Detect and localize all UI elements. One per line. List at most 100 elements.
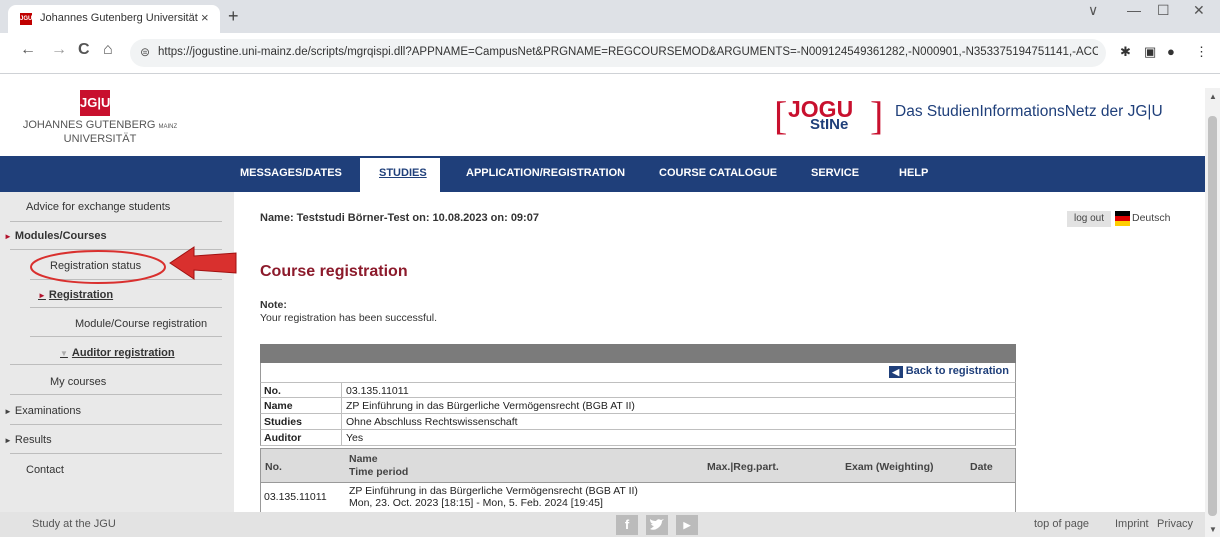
detail-value: Yes [346, 432, 364, 444]
jgu-favicon-icon: JGU [20, 13, 32, 25]
detail-row-no: No. 03.135.11011 [260, 382, 1016, 398]
note-label: Note: [260, 299, 287, 311]
nav-studies[interactable]: STUDIES [360, 158, 440, 192]
imprint-link[interactable]: Imprint [1115, 518, 1149, 530]
expand-icon: ► [4, 407, 12, 416]
tab-search-icon[interactable]: ∨ [1088, 2, 1098, 19]
jogustine-logo-bottom: StINe [810, 116, 849, 133]
page-scrollbar[interactable]: ▲ ▼ [1205, 88, 1220, 537]
back-to-registration-label: Back to registration [905, 365, 1009, 377]
side-panel-icon[interactable]: ▣ [1144, 44, 1156, 60]
sidebar-item-results-label: Results [14, 434, 52, 446]
youtube-icon[interactable]: ▶ [676, 515, 698, 535]
sidebar-item-results[interactable]: ► Results [4, 434, 226, 446]
twitter-icon[interactable] [646, 515, 668, 535]
university-name: JOHANNES GUTENBERG MAINZ UNIVERSITÄT [20, 119, 180, 145]
detail-value: 03.135.11011 [346, 385, 409, 397]
jogustine-logo[interactable]: [ JOGU StINe ] [774, 94, 883, 146]
sidebar-item-advice[interactable]: Advice for exchange students [26, 201, 248, 213]
address-bar-row: ← → C ⌂ ⊜ https://jogustine.uni-mainz.de… [0, 33, 1220, 74]
detail-key: Name [264, 400, 293, 412]
menu-icon[interactable]: ⋮ [1195, 44, 1208, 60]
maximize-button[interactable]: ☐ [1157, 2, 1170, 19]
expand-icon: ► [4, 436, 12, 445]
nav-help[interactable]: HELP [899, 167, 928, 179]
sidebar-item-auditor-registration[interactable]: ▼ Auditor registration [60, 347, 282, 359]
logo-line1: JOHANNES GUTENBERG [22, 119, 156, 131]
tab-title: Johannes Gutenberg Universität [40, 12, 198, 24]
table-header-bar [260, 344, 1016, 363]
course-no: 03.135.11011 [264, 491, 327, 503]
logo-line1-suffix: MAINZ [158, 124, 178, 130]
scrollbar-thumb[interactable] [1208, 116, 1217, 516]
study-at-jgu-link[interactable]: Study at the JGU [32, 518, 116, 530]
expand-icon: ► [38, 291, 46, 300]
sidebar-item-modules-label: Modules/Courses [14, 230, 107, 242]
jgu-logo[interactable]: JG|U [80, 90, 110, 116]
back-arrow-icon: ◀ [888, 366, 903, 378]
browser-tab[interactable]: JGU Johannes Gutenberg Universität × [8, 5, 220, 33]
nav-application-registration[interactable]: APPLICATION/REGISTRATION [466, 167, 625, 179]
nav-studies-label: STUDIES [379, 167, 427, 179]
url-field[interactable]: ⊜ https://jogustine.uni-mainz.de/scripts… [130, 39, 1106, 67]
main-nav: MESSAGES/DATES STUDIES APPLICATION/REGIS… [0, 156, 1205, 192]
nav-course-catalogue[interactable]: COURSE CATALOGUE [659, 167, 777, 179]
logo-line2: UNIVERSITÄT [63, 133, 137, 145]
new-tab-button[interactable]: + [228, 6, 239, 27]
logout-button[interactable]: log out [1067, 211, 1111, 227]
privacy-link[interactable]: Privacy [1157, 518, 1193, 530]
sidebar-item-examinations-label: Examinations [14, 405, 81, 417]
highlight-ellipse [30, 250, 166, 284]
german-flag-icon[interactable] [1115, 211, 1130, 226]
portal-title: Das StudienInformationsNetz der JG|U [895, 103, 1163, 120]
language-link[interactable]: Deutsch [1132, 212, 1171, 224]
detail-row-auditor: Auditor Yes [260, 430, 1016, 446]
course-name: ZP Einführung in das Bürgerliche Vermöge… [349, 485, 638, 497]
note-text: Your registration has been successful. [260, 312, 438, 324]
col-name: Name [349, 453, 378, 465]
top-of-page-link[interactable]: top of page [1034, 518, 1089, 530]
site-info-icon[interactable]: ⊜ [140, 45, 150, 59]
back-to-registration-button[interactable]: ◀ Back to registration [888, 365, 1009, 380]
detail-row-name: Name ZP Einführung in das Bürgerliche Ve… [260, 398, 1016, 414]
detail-row-studies: Studies Ohne Abschluss Rechtswissenschaf… [260, 414, 1016, 430]
scroll-down-icon[interactable]: ▼ [1209, 525, 1217, 534]
sidebar: Advice for exchange students ► Modules/Co… [0, 192, 234, 512]
nav-service[interactable]: SERVICE [811, 167, 859, 179]
minimize-button[interactable]: — [1127, 2, 1141, 18]
table-row: 03.135.11011 ZP Einführung in das Bürger… [260, 483, 1016, 513]
collapsed-icon: ▼ [60, 349, 68, 358]
sidebar-item-contact[interactable]: Contact [26, 464, 248, 476]
detail-key: No. [264, 385, 281, 397]
close-window-button[interactable]: ✕ [1193, 2, 1205, 19]
course-period: Mon, 23. Oct. 2023 [18:15] - Mon, 5. Feb… [349, 497, 603, 509]
profile-icon[interactable]: ● [1167, 44, 1175, 59]
url-text: https://jogustine.uni-mainz.de/scripts/m… [158, 46, 1098, 58]
sidebar-item-modules[interactable]: ► Modules/Courses [4, 230, 226, 242]
sidebar-item-registration-label: Registration [48, 289, 114, 301]
tab-close-icon[interactable]: × [201, 10, 209, 25]
nav-messages-dates[interactable]: MESSAGES/DATES [240, 167, 342, 179]
back-button[interactable]: ← [20, 41, 36, 59]
page-footer: Study at the JGU f ▶ top of page Imprint… [0, 512, 1205, 537]
sidebar-item-examinations[interactable]: ► Examinations [4, 405, 226, 417]
extensions-icon[interactable]: ✱ [1120, 44, 1131, 60]
detail-value: ZP Einführung in das Bürgerliche Vermöge… [346, 400, 635, 412]
forward-button[interactable]: → [51, 41, 67, 59]
back-row: ◀ Back to registration [260, 363, 1016, 382]
scroll-up-icon[interactable]: ▲ [1209, 92, 1217, 101]
home-button[interactable]: ⌂ [103, 41, 113, 59]
sidebar-item-my-courses[interactable]: My courses [50, 376, 272, 388]
col-time-period: Time period [349, 466, 409, 478]
course-table-header: No. Name Time period Max.|Reg.part. Exam… [260, 448, 1016, 483]
reload-button[interactable]: C [78, 41, 90, 59]
user-info: Name: Teststudi Börner-Test on: 10.08.20… [260, 212, 539, 224]
facebook-icon[interactable]: f [616, 515, 638, 535]
col-no: No. [265, 461, 282, 473]
browser-tab-bar: JGU Johannes Gutenberg Universität × + ∨… [0, 0, 1220, 33]
col-max-reg: Max.|Reg.part. [707, 461, 779, 473]
sidebar-item-registration[interactable]: ► Registration [38, 289, 260, 301]
detail-key: Auditor [264, 432, 302, 444]
sidebar-item-auditor-label: Auditor registration [71, 347, 175, 359]
col-exam: Exam (Weighting) [845, 461, 934, 473]
